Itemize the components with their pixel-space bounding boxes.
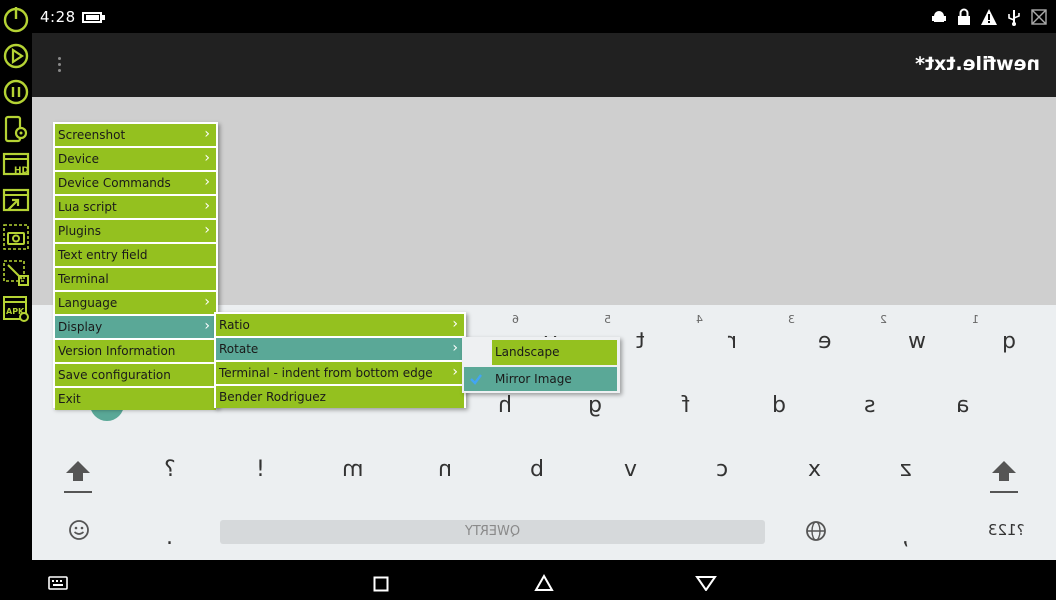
menu-item-text-entry-field[interactable]: Text entry field: [55, 244, 216, 266]
emoji-icon[interactable]: [68, 519, 90, 541]
android-icon: [932, 11, 946, 22]
key-comma[interactable]: ,: [902, 525, 909, 550]
key-n[interactable]: n: [438, 457, 452, 482]
play-icon[interactable]: [2, 41, 30, 71]
menu-item-screenshot[interactable]: Screenshot ›: [55, 124, 216, 146]
menu-item-device-commands[interactable]: Device Commands ›: [55, 172, 216, 194]
menu-item-save-configuration[interactable]: Save configuration: [55, 364, 216, 386]
key-r[interactable]: r: [728, 329, 737, 354]
menu-item-language[interactable]: Language ›: [55, 292, 216, 314]
menu-item-rotate[interactable]: Rotate ›: [216, 338, 464, 360]
key-m[interactable]: m: [342, 457, 363, 482]
key-d[interactable]: d: [772, 393, 786, 418]
menu-item-terminal-indent[interactable]: Terminal - indent from bottom edge ›: [216, 362, 464, 384]
globe-icon[interactable]: [805, 520, 827, 542]
key-x[interactable]: x: [808, 457, 821, 482]
menu-item-display[interactable]: Display ›: [55, 316, 216, 338]
device-settings-icon[interactable]: [2, 114, 30, 144]
key-t[interactable]: t: [636, 329, 645, 354]
status-icons: [930, 7, 1048, 27]
battery-icon: [82, 12, 102, 23]
hd-screen-icon[interactable]: HD: [2, 150, 30, 180]
pause-icon[interactable]: [2, 77, 30, 107]
action-bar: newfile.txt*: [32, 33, 1056, 97]
screen: HD APK 4:28 newfile.txt* 1 2 3 4 5 6 q w…: [0, 0, 1056, 600]
checkmark-icon: [470, 374, 482, 385]
key-z[interactable]: z: [900, 457, 912, 482]
menu-item-lua-script[interactable]: Lua script ›: [55, 196, 216, 218]
main-context-menu: Screenshot › Device › Device Commands › Lua…: [53, 122, 218, 410]
key-c[interactable]: c: [716, 457, 728, 482]
key-period[interactable]: .: [166, 525, 173, 550]
key-v[interactable]: v: [624, 457, 637, 482]
no-signal-icon: [1031, 9, 1047, 25]
shift-right-icon[interactable]: [988, 457, 1020, 495]
space-bar[interactable]: QWERTY: [220, 520, 765, 544]
display-submenu: Ratio › Rotate › Terminal - indent from bo…: [214, 312, 466, 408]
key-a[interactable]: a: [956, 393, 969, 418]
shift-left-icon[interactable]: [62, 457, 94, 495]
menu-item-bender-rodriguez[interactable]: Bender Rodriguez: [216, 386, 464, 408]
key-b[interactable]: b: [530, 457, 544, 482]
menu-item-terminal[interactable]: Terminal: [55, 268, 216, 290]
navigation-bar: [0, 560, 1056, 600]
recents-icon[interactable]: [373, 576, 389, 592]
key-exclamation[interactable]: !: [256, 457, 265, 482]
key-w[interactable]: w: [908, 329, 926, 354]
menu-item-mirror-image[interactable]: Mirror Image: [492, 367, 617, 391]
key-q[interactable]: q: [1002, 329, 1016, 354]
menu-item-exit[interactable]: Exit: [55, 388, 216, 410]
symbols-key[interactable]: ?123: [988, 521, 1025, 539]
key-question[interactable]: ?: [164, 457, 176, 482]
menu-item-version-information[interactable]: Version Information: [55, 340, 216, 362]
resize-screen-icon[interactable]: [2, 186, 30, 216]
key-g[interactable]: g: [588, 393, 602, 418]
overflow-menu-icon[interactable]: [50, 53, 70, 77]
key-h[interactable]: h: [498, 393, 512, 418]
rotate-submenu: Landscape Mirror Image: [462, 337, 620, 393]
menu-item-device[interactable]: Device ›: [55, 148, 216, 170]
power-icon[interactable]: [2, 4, 30, 34]
key-f[interactable]: f: [682, 393, 690, 418]
key-s[interactable]: s: [864, 393, 875, 418]
keyboard-switch-icon[interactable]: [48, 576, 68, 590]
screenshot-icon[interactable]: [2, 222, 30, 252]
lock-icon: [958, 8, 970, 25]
status-bar: 4:28: [32, 0, 1056, 33]
apk-install-icon[interactable]: APK: [2, 294, 30, 324]
key-e[interactable]: e: [818, 329, 832, 354]
back-icon[interactable]: [695, 575, 717, 591]
status-time: 4:28: [40, 8, 76, 26]
svg-text:HD: HD: [14, 166, 29, 176]
select-area-icon[interactable]: [2, 258, 30, 288]
home-icon[interactable]: [534, 574, 554, 592]
left-toolbar: HD APK: [0, 0, 32, 560]
menu-item-landscape[interactable]: Landscape: [492, 340, 617, 365]
warning-icon: [981, 9, 997, 25]
menu-item-ratio[interactable]: Ratio ›: [216, 314, 464, 336]
usb-icon: [1008, 10, 1020, 26]
file-title: newfile.txt*: [914, 53, 1040, 75]
menu-item-plugins[interactable]: Plugins ›: [55, 220, 216, 242]
